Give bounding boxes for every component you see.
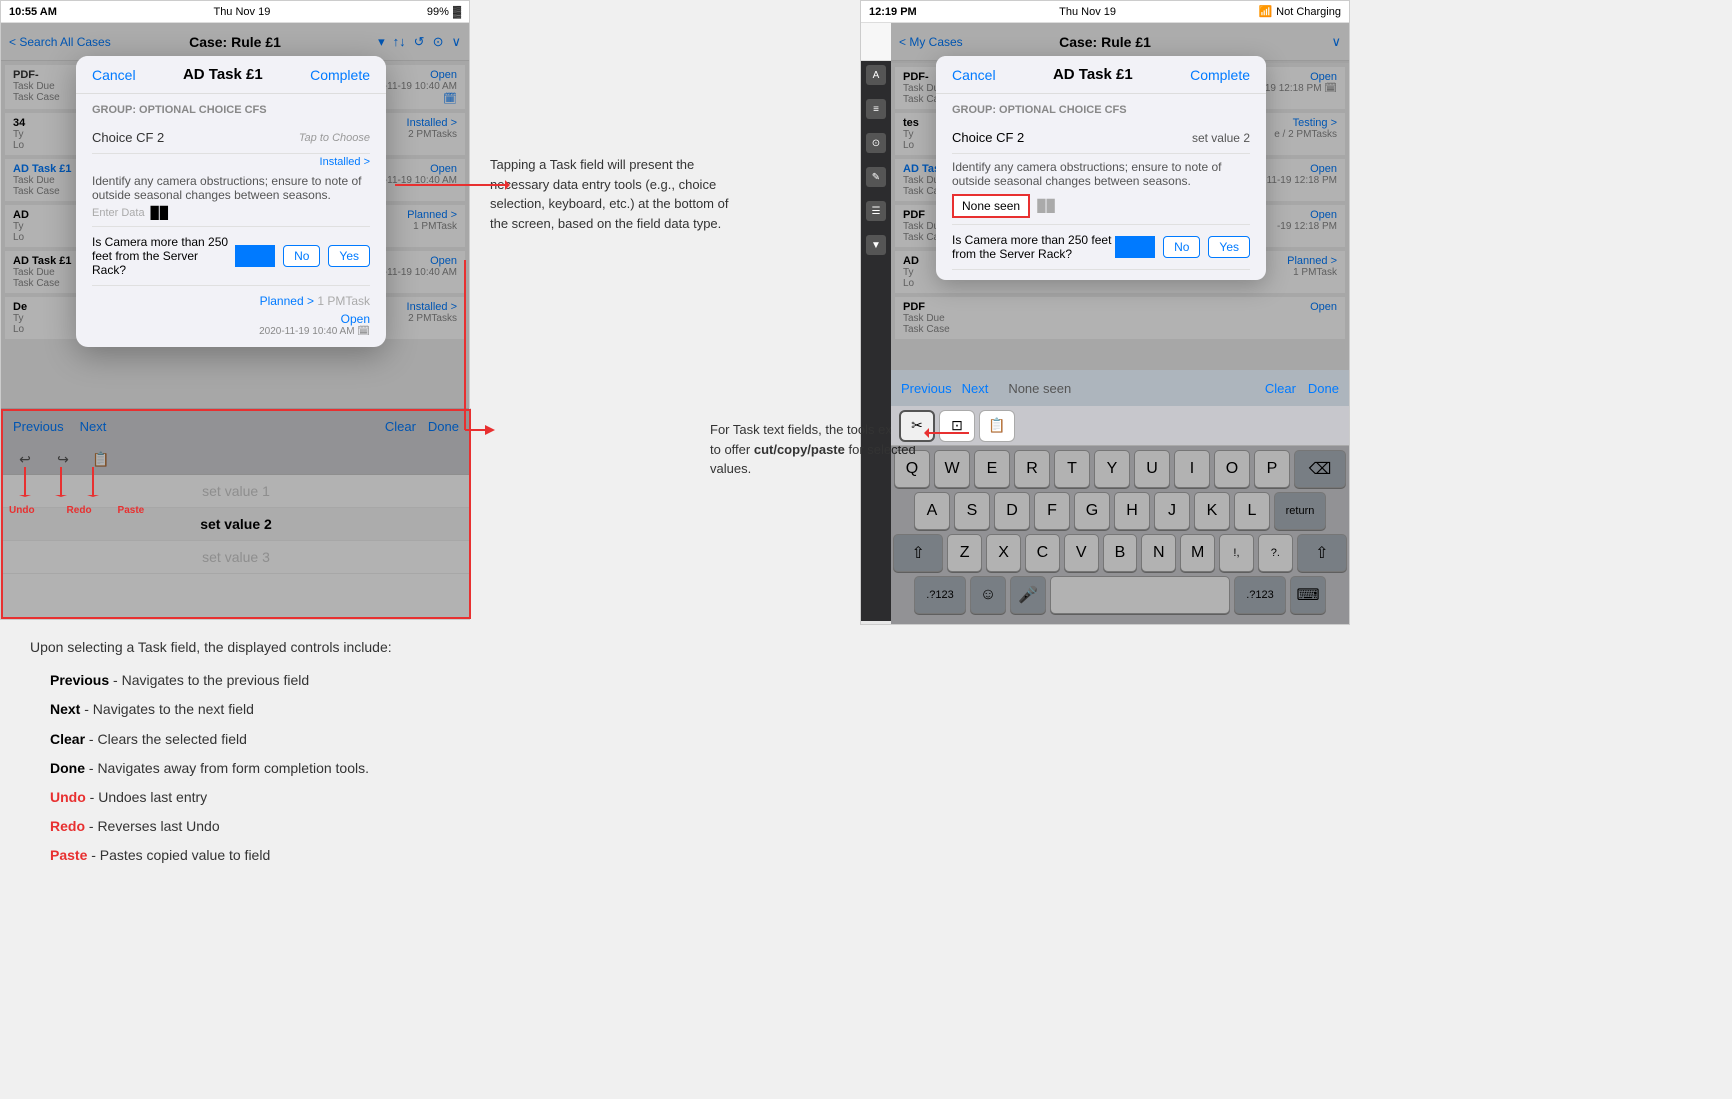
right-yes-button[interactable]: Yes bbox=[1208, 236, 1250, 258]
sidebar-icon-3[interactable]: ≡ bbox=[866, 99, 886, 119]
cut-icon: ✂ bbox=[911, 417, 923, 434]
sidebar-icon-6[interactable]: ☰ bbox=[866, 201, 886, 221]
desc-item-undo: Undo - Undoes last entry bbox=[50, 785, 730, 810]
complete-button[interactable]: Complete bbox=[310, 67, 370, 83]
right-yes-no-buttons: N/A No Yes bbox=[1115, 236, 1250, 258]
right-camera-question: Is Camera more than 250 feet from the Se… bbox=[952, 233, 1112, 261]
installed-badge: Installed > bbox=[320, 156, 370, 168]
left-time: 10:55 AM bbox=[9, 6, 57, 18]
bottom-description: Upon selecting a Task field, the display… bbox=[30, 635, 730, 873]
right-choice-label: Choice CF 2 bbox=[952, 130, 1024, 145]
right-group-label: GROUP: OPTIONAL CHOICE CFS bbox=[952, 104, 1250, 116]
right-time: 12:19 PM bbox=[869, 6, 917, 18]
right-previous-button[interactable]: Previous bbox=[901, 381, 952, 396]
planned-badge: Planned > bbox=[260, 294, 314, 308]
left-day: Thu Nov 19 bbox=[213, 6, 270, 18]
modal-header: Cancel AD Task £1 Complete bbox=[76, 56, 386, 94]
camera-question-label: Is Camera more than 250 feet from the Se… bbox=[92, 235, 235, 277]
left-ipad: 10:55 AM Thu Nov 19 99% ▓ < Search All C… bbox=[0, 0, 470, 620]
yes-no-buttons: N/A No Yes bbox=[235, 245, 370, 267]
right-modal-title: AD Task £1 bbox=[1053, 66, 1133, 83]
right-na-button[interactable]: N/A bbox=[1115, 236, 1155, 258]
right-status-bar: 12:19 PM Thu Nov 19 📶 Not Charging bbox=[861, 1, 1349, 23]
yes-button[interactable]: Yes bbox=[328, 245, 370, 267]
desc-item-done: Done - Navigates away from form completi… bbox=[50, 756, 730, 781]
right-keyboard-toolbar: Previous Next None seen Clear Done bbox=[891, 370, 1349, 406]
modal-body: GROUP: OPTIONAL CHOICE CFS Choice CF 2 T… bbox=[76, 94, 386, 347]
right-sidebar: ⚙ A ≡ ⊙ ✎ ☰ ▼ bbox=[861, 23, 891, 621]
paste-icon: 📋 bbox=[988, 417, 1005, 434]
left-status-bar: 10:55 AM Thu Nov 19 99% ▓ bbox=[1, 1, 469, 23]
tap-to-choose[interactable]: Tap to Choose bbox=[299, 132, 370, 144]
cancel-button[interactable]: Cancel bbox=[92, 67, 136, 83]
pm-tasks-label: 1 PMTask bbox=[317, 294, 370, 308]
right-value-display: None seen bbox=[1008, 381, 1071, 396]
right-clear-button[interactable]: Clear bbox=[1265, 381, 1296, 396]
sidebar-icon-5[interactable]: ✎ bbox=[866, 167, 886, 187]
right-modal-body: GROUP: OPTIONAL CHOICE CFS Choice CF 2 s… bbox=[936, 94, 1266, 280]
no-button[interactable]: No bbox=[283, 245, 320, 267]
right-complete-button[interactable]: Complete bbox=[1190, 67, 1250, 83]
right-camera-label: Identify any camera obstructions; ensure… bbox=[952, 160, 1250, 188]
right-choice-value: set value 2 bbox=[1192, 131, 1250, 145]
sidebar-icon-2[interactable]: A bbox=[866, 65, 886, 85]
right-no-button[interactable]: No bbox=[1163, 236, 1200, 258]
right-next-button[interactable]: Next bbox=[962, 381, 989, 396]
left-battery: 99% ▓ bbox=[427, 6, 461, 18]
enter-data-placeholder[interactable]: Enter Data bbox=[92, 207, 145, 219]
camera-label: Identify any camera obstructions; ensure… bbox=[92, 174, 370, 202]
right-done-button[interactable]: Done bbox=[1308, 381, 1339, 396]
right-choice-field[interactable]: Choice CF 2 set value 2 bbox=[952, 122, 1250, 154]
undo-label: Undo bbox=[9, 505, 35, 516]
right-yes-no-row: Is Camera more than 250 feet from the Se… bbox=[952, 225, 1250, 270]
left-red-connector bbox=[460, 260, 495, 440]
right-annotation-arrow bbox=[924, 418, 974, 448]
paste-arrow bbox=[87, 467, 99, 497]
left-annotation: Tapping a Task field will present the ne… bbox=[490, 155, 730, 233]
sidebar-icon-7[interactable]: ▼ bbox=[866, 235, 886, 255]
choice-field-label: Choice CF 2 bbox=[92, 130, 164, 145]
redo-arrow bbox=[55, 467, 67, 497]
highlighted-field[interactable]: None seen bbox=[952, 194, 1030, 218]
paste-button-right[interactable]: 📋 bbox=[979, 410, 1015, 442]
yes-no-row: Is Camera more than 250 feet from the Se… bbox=[92, 227, 370, 286]
right-battery: 📶 Not Charging bbox=[1258, 5, 1341, 18]
left-modal: Cancel AD Task £1 Complete GROUP: OPTION… bbox=[76, 56, 386, 347]
desc-item-previous: Previous - Navigates to the previous fie… bbox=[50, 668, 730, 693]
desc-item-clear: Clear - Clears the selected field bbox=[50, 727, 730, 752]
desc-intro: Upon selecting a Task field, the display… bbox=[30, 635, 730, 660]
modal-title: AD Task £1 bbox=[183, 66, 263, 83]
right-day: Thu Nov 19 bbox=[1059, 6, 1116, 18]
right-cancel-button[interactable]: Cancel bbox=[952, 67, 996, 83]
right-ipad: 12:19 PM Thu Nov 19 📶 Not Charging ⚙ A ≡… bbox=[860, 0, 1350, 625]
left-annotation-arrow bbox=[390, 155, 510, 215]
desc-item-paste: Paste - Pastes copied value to field bbox=[50, 843, 730, 868]
annotation-bold: cut/copy/paste bbox=[754, 442, 845, 457]
right-camera-text-field: Identify any camera obstructions; ensure… bbox=[952, 154, 1250, 225]
undo-arrow bbox=[19, 467, 31, 497]
desc-item-redo: Redo - Reverses last Undo bbox=[50, 814, 730, 839]
right-modal-header: Cancel AD Task £1 Complete bbox=[936, 56, 1266, 94]
redo-label: Redo bbox=[67, 505, 92, 516]
right-modal: Cancel AD Task £1 Complete GROUP: OPTION… bbox=[936, 56, 1266, 280]
keyboard-icon: ▉▉ bbox=[151, 206, 169, 220]
sidebar-icon-4[interactable]: ⊙ bbox=[866, 133, 886, 153]
choice-field-row[interactable]: Choice CF 2 Tap to Choose bbox=[92, 122, 370, 154]
camera-text-field: Identify any camera obstructions; ensure… bbox=[92, 168, 370, 227]
group-label: GROUP: OPTIONAL CHOICE CFS bbox=[92, 104, 370, 116]
paste-label: Paste bbox=[118, 505, 145, 516]
desc-item-next: Next - Navigates to the next field bbox=[50, 697, 730, 722]
na-button[interactable]: N/A bbox=[235, 245, 275, 267]
